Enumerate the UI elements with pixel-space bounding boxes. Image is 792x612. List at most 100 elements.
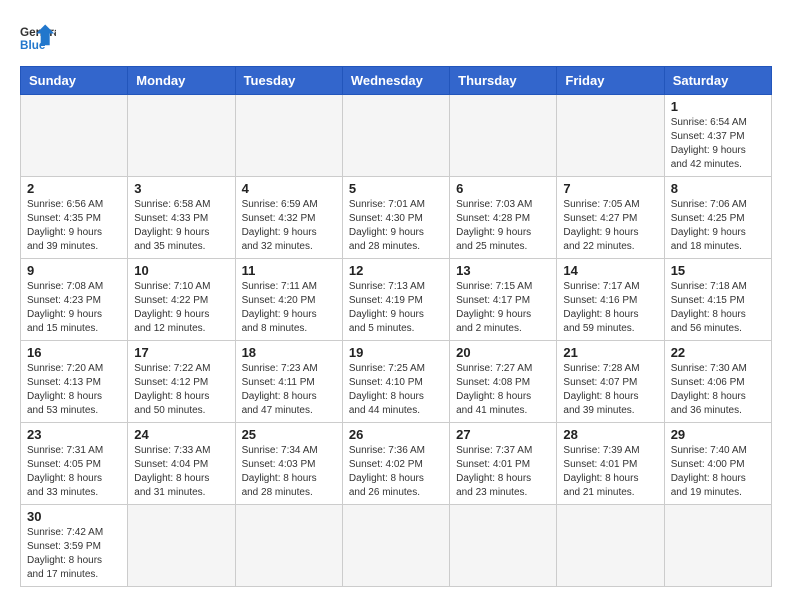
day-number: 20 xyxy=(456,345,550,360)
day-info: Sunrise: 7:15 AM Sunset: 4:17 PM Dayligh… xyxy=(456,280,550,336)
day-info: Sunrise: 7:39 AM Sunset: 4:01 PM Dayligh… xyxy=(563,444,657,500)
calendar-cell xyxy=(342,505,449,587)
day-number: 19 xyxy=(349,345,443,360)
day-info: Sunrise: 7:23 AM Sunset: 4:11 PM Dayligh… xyxy=(242,362,336,418)
calendar-cell xyxy=(342,95,449,177)
day-info: Sunrise: 7:34 AM Sunset: 4:03 PM Dayligh… xyxy=(242,444,336,500)
calendar-cell: 26 Sunrise: 7:36 AM Sunset: 4:02 PM Dayli… xyxy=(342,423,449,505)
calendar-cell: 13 Sunrise: 7:15 AM Sunset: 4:17 PM Dayli… xyxy=(450,259,557,341)
day-number: 6 xyxy=(456,181,550,196)
week-row-4: 16Sunrise: 7:20 AM Sunset: 4:13 PM Dayli… xyxy=(21,341,772,423)
day-number: 22 xyxy=(671,345,765,360)
day-number: 11 xyxy=(242,263,336,278)
day-number: 27 xyxy=(456,427,550,442)
calendar-cell xyxy=(235,505,342,587)
calendar-cell: 10 Sunrise: 7:10 AM Sunset: 4:22 PM Dayli… xyxy=(128,259,235,341)
day-number: 8 xyxy=(671,181,765,196)
calendar-cell: 17Sunrise: 7:22 AM Sunset: 4:12 PM Dayli… xyxy=(128,341,235,423)
day-number: 29 xyxy=(671,427,765,442)
day-number: 14 xyxy=(563,263,657,278)
page-header: General Blue xyxy=(20,20,772,56)
day-number: 12 xyxy=(349,263,443,278)
day-info: Sunrise: 6:59 AM Sunset: 4:32 PM Dayligh… xyxy=(242,198,336,254)
logo-icon: General Blue xyxy=(20,20,56,56)
calendar-cell: 6 Sunrise: 7:03 AM Sunset: 4:28 PM Daylig… xyxy=(450,177,557,259)
day-info: Sunrise: 7:05 AM Sunset: 4:27 PM Dayligh… xyxy=(563,198,657,254)
day-info: Sunrise: 7:20 AM Sunset: 4:13 PM Dayligh… xyxy=(27,362,121,418)
day-number: 26 xyxy=(349,427,443,442)
day-info: Sunrise: 7:13 AM Sunset: 4:19 PM Dayligh… xyxy=(349,280,443,336)
calendar-table: SundayMondayTuesdayWednesdayThursdayFrid… xyxy=(20,66,772,587)
day-number: 21 xyxy=(563,345,657,360)
calendar-cell: 16Sunrise: 7:20 AM Sunset: 4:13 PM Dayli… xyxy=(21,341,128,423)
day-info: Sunrise: 7:27 AM Sunset: 4:08 PM Dayligh… xyxy=(456,362,550,418)
week-row-3: 9 Sunrise: 7:08 AM Sunset: 4:23 PM Daylig… xyxy=(21,259,772,341)
calendar-cell xyxy=(557,95,664,177)
day-info: Sunrise: 7:36 AM Sunset: 4:02 PM Dayligh… xyxy=(349,444,443,500)
day-info: Sunrise: 7:06 AM Sunset: 4:25 PM Dayligh… xyxy=(671,198,765,254)
day-info: Sunrise: 7:17 AM Sunset: 4:16 PM Dayligh… xyxy=(563,280,657,336)
weekday-header-monday: Monday xyxy=(128,67,235,95)
day-number: 2 xyxy=(27,181,121,196)
day-number: 13 xyxy=(456,263,550,278)
day-number: 10 xyxy=(134,263,228,278)
day-number: 18 xyxy=(242,345,336,360)
day-number: 1 xyxy=(671,99,765,114)
calendar-cell: 20 Sunrise: 7:27 AM Sunset: 4:08 PM Dayli… xyxy=(450,341,557,423)
week-row-6: 30Sunrise: 7:42 AM Sunset: 3:59 PM Dayli… xyxy=(21,505,772,587)
day-info: Sunrise: 7:28 AM Sunset: 4:07 PM Dayligh… xyxy=(563,362,657,418)
day-info: Sunrise: 7:30 AM Sunset: 4:06 PM Dayligh… xyxy=(671,362,765,418)
calendar-cell: 5 Sunrise: 7:01 AM Sunset: 4:30 PM Daylig… xyxy=(342,177,449,259)
day-info: Sunrise: 7:22 AM Sunset: 4:12 PM Dayligh… xyxy=(134,362,228,418)
calendar-cell: 11 Sunrise: 7:11 AM Sunset: 4:20 PM Dayli… xyxy=(235,259,342,341)
day-number: 9 xyxy=(27,263,121,278)
calendar-cell: 7 Sunrise: 7:05 AM Sunset: 4:27 PM Daylig… xyxy=(557,177,664,259)
calendar-cell: 23Sunrise: 7:31 AM Sunset: 4:05 PM Dayli… xyxy=(21,423,128,505)
day-number: 3 xyxy=(134,181,228,196)
day-number: 7 xyxy=(563,181,657,196)
day-info: Sunrise: 7:37 AM Sunset: 4:01 PM Dayligh… xyxy=(456,444,550,500)
calendar-cell xyxy=(450,505,557,587)
calendar-cell xyxy=(128,505,235,587)
day-info: Sunrise: 7:01 AM Sunset: 4:30 PM Dayligh… xyxy=(349,198,443,254)
calendar-cell: 29Sunrise: 7:40 AM Sunset: 4:00 PM Dayli… xyxy=(664,423,771,505)
day-info: Sunrise: 7:42 AM Sunset: 3:59 PM Dayligh… xyxy=(27,526,121,582)
calendar-cell: 25 Sunrise: 7:34 AM Sunset: 4:03 PM Dayli… xyxy=(235,423,342,505)
day-number: 4 xyxy=(242,181,336,196)
weekday-header-wednesday: Wednesday xyxy=(342,67,449,95)
weekday-header-sunday: Sunday xyxy=(21,67,128,95)
calendar-cell xyxy=(128,95,235,177)
day-info: Sunrise: 7:11 AM Sunset: 4:20 PM Dayligh… xyxy=(242,280,336,336)
calendar-cell: 21 Sunrise: 7:28 AM Sunset: 4:07 PM Dayli… xyxy=(557,341,664,423)
day-number: 23 xyxy=(27,427,121,442)
calendar-cell: 3 Sunrise: 6:58 AM Sunset: 4:33 PM Daylig… xyxy=(128,177,235,259)
calendar-cell xyxy=(557,505,664,587)
day-info: Sunrise: 7:08 AM Sunset: 4:23 PM Dayligh… xyxy=(27,280,121,336)
day-info: Sunrise: 7:25 AM Sunset: 4:10 PM Dayligh… xyxy=(349,362,443,418)
day-info: Sunrise: 7:03 AM Sunset: 4:28 PM Dayligh… xyxy=(456,198,550,254)
calendar-cell: 27 Sunrise: 7:37 AM Sunset: 4:01 PM Dayli… xyxy=(450,423,557,505)
weekday-header-row: SundayMondayTuesdayWednesdayThursdayFrid… xyxy=(21,67,772,95)
calendar-cell: 14 Sunrise: 7:17 AM Sunset: 4:16 PM Dayli… xyxy=(557,259,664,341)
logo: General Blue xyxy=(20,20,56,56)
calendar-cell: 4 Sunrise: 6:59 AM Sunset: 4:32 PM Daylig… xyxy=(235,177,342,259)
day-info: Sunrise: 6:54 AM Sunset: 4:37 PM Dayligh… xyxy=(671,116,765,172)
weekday-header-thursday: Thursday xyxy=(450,67,557,95)
calendar-cell xyxy=(664,505,771,587)
calendar-cell: 9 Sunrise: 7:08 AM Sunset: 4:23 PM Daylig… xyxy=(21,259,128,341)
calendar-cell xyxy=(21,95,128,177)
day-info: Sunrise: 6:56 AM Sunset: 4:35 PM Dayligh… xyxy=(27,198,121,254)
calendar-cell: 24Sunrise: 7:33 AM Sunset: 4:04 PM Dayli… xyxy=(128,423,235,505)
calendar-cell: 2 Sunrise: 6:56 AM Sunset: 4:35 PM Daylig… xyxy=(21,177,128,259)
week-row-2: 2 Sunrise: 6:56 AM Sunset: 4:35 PM Daylig… xyxy=(21,177,772,259)
calendar-cell: 8 Sunrise: 7:06 AM Sunset: 4:25 PM Daylig… xyxy=(664,177,771,259)
day-number: 5 xyxy=(349,181,443,196)
day-number: 15 xyxy=(671,263,765,278)
calendar-cell: 22 Sunrise: 7:30 AM Sunset: 4:06 PM Dayli… xyxy=(664,341,771,423)
day-info: Sunrise: 6:58 AM Sunset: 4:33 PM Dayligh… xyxy=(134,198,228,254)
week-row-1: 1 Sunrise: 6:54 AM Sunset: 4:37 PM Daylig… xyxy=(21,95,772,177)
calendar-cell: 18 Sunrise: 7:23 AM Sunset: 4:11 PM Dayli… xyxy=(235,341,342,423)
day-number: 25 xyxy=(242,427,336,442)
weekday-header-friday: Friday xyxy=(557,67,664,95)
day-info: Sunrise: 7:10 AM Sunset: 4:22 PM Dayligh… xyxy=(134,280,228,336)
